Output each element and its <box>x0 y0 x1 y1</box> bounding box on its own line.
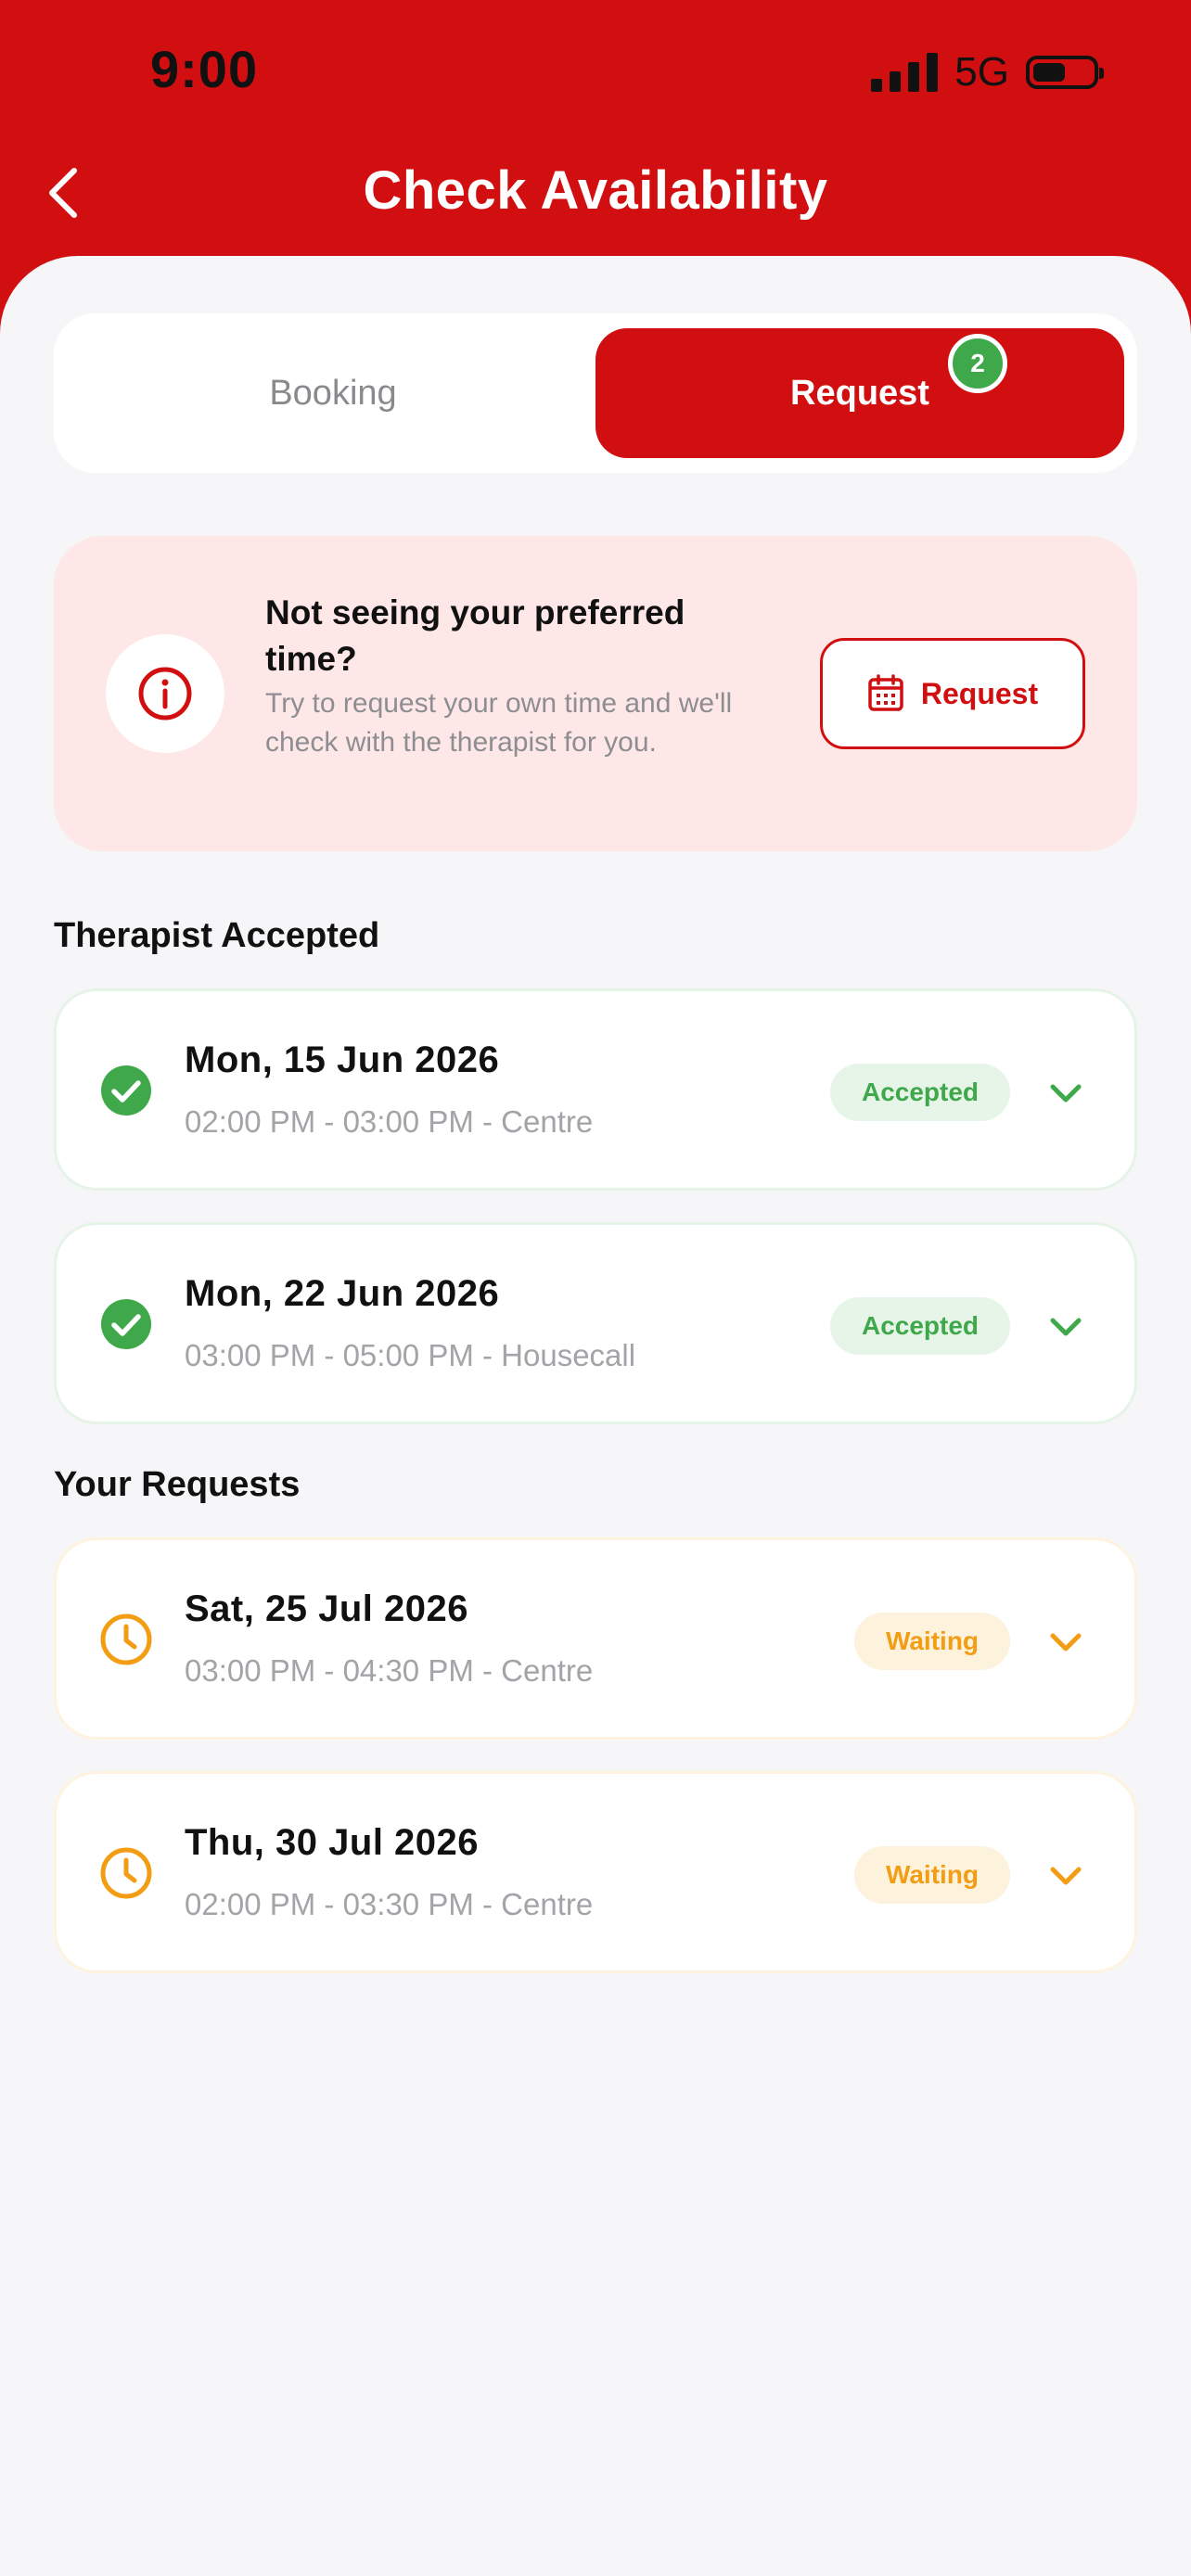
info-icon <box>138 667 192 721</box>
section-title-requests: Your Requests <box>54 1465 301 1504</box>
request-time-button[interactable]: Request <box>820 638 1085 749</box>
page-title: Check Availability <box>363 160 828 221</box>
clock-icon <box>100 1613 152 1665</box>
network-label: 5G <box>954 49 1009 95</box>
chevron-down-icon[interactable] <box>1045 1622 1086 1663</box>
slot-date: Sat, 25 Jul 2026 <box>185 1588 468 1629</box>
request-info-card: Not seeing your preferred time? Try to r… <box>54 536 1137 851</box>
slot-date: Mon, 15 Jun 2026 <box>185 1039 500 1080</box>
status-time: 9:00 <box>150 40 259 98</box>
slot-time: 02:00 PM - 03:30 PM - Centre <box>185 1887 594 1921</box>
chevron-down-icon[interactable] <box>1045 1073 1086 1114</box>
request-button-label: Request <box>920 676 1039 710</box>
chevron-down-icon[interactable] <box>1045 1855 1086 1896</box>
status-badge: Waiting <box>854 1846 1010 1904</box>
signal-icon <box>871 53 939 92</box>
tab-request[interactable]: Request <box>596 328 1124 458</box>
battery-fill <box>1033 63 1065 82</box>
status-icons: 5G <box>871 46 1104 98</box>
slot-time: 03:00 PM - 05:00 PM - Housecall <box>185 1338 636 1372</box>
slot-time: 02:00 PM - 03:00 PM - Centre <box>185 1104 594 1139</box>
chevron-down-icon[interactable] <box>1045 1307 1086 1347</box>
section-title-accepted: Therapist Accepted <box>54 916 380 955</box>
slot-date: Thu, 30 Jul 2026 <box>185 1822 480 1863</box>
slot-time: 03:00 PM - 04:30 PM - Centre <box>185 1653 594 1688</box>
accepted-slot[interactable]: Mon, 15 Jun 2026 02:00 PM - 03:00 PM - C… <box>54 988 1137 1191</box>
info-icon-container <box>106 634 224 753</box>
info-subtitle: Try to request your own time and we'll c… <box>265 688 733 758</box>
status-badge: Accepted <box>830 1064 1010 1121</box>
info-title: Not seeing your preferred time? <box>265 593 685 678</box>
check-circle-icon <box>101 1065 151 1116</box>
request-slot[interactable]: Sat, 25 Jul 2026 03:00 PM - 04:30 PM - C… <box>54 1537 1137 1740</box>
check-circle-icon <box>101 1299 151 1349</box>
accepted-slot[interactable]: Mon, 22 Jun 2026 03:00 PM - 05:00 PM - H… <box>54 1222 1137 1424</box>
clock-icon <box>100 1847 152 1899</box>
calendar-icon <box>868 674 903 711</box>
tab-booking[interactable]: Booking <box>69 328 597 458</box>
slot-date: Mon, 22 Jun 2026 <box>185 1273 500 1314</box>
request-slot[interactable]: Thu, 30 Jul 2026 02:00 PM - 03:30 PM - C… <box>54 1771 1137 1973</box>
status-badge: Accepted <box>830 1297 1010 1355</box>
status-badge: Waiting <box>854 1613 1010 1670</box>
request-count-badge: 2 <box>948 334 1007 393</box>
battery-icon <box>1026 56 1104 89</box>
